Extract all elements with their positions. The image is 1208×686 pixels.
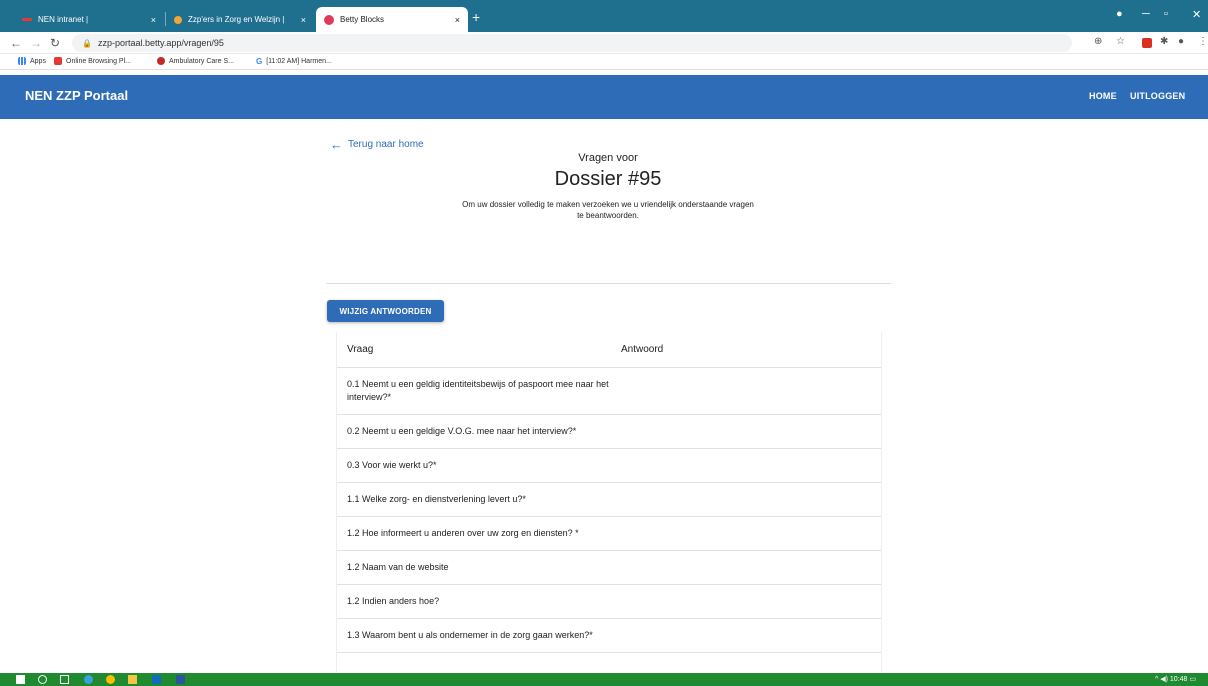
close-icon[interactable]: × bbox=[301, 15, 306, 25]
profile-icon[interactable]: ● bbox=[1116, 8, 1123, 20]
file-explorer-icon[interactable] bbox=[128, 675, 137, 684]
tab-zzpers[interactable]: Zzp'ers in Zorg en Welzijn | × bbox=[166, 7, 314, 32]
translate-icon[interactable]: ⊕ bbox=[1094, 36, 1102, 47]
question-text: 1.2 Naam van de website bbox=[347, 562, 449, 572]
questions-table: Vraag Antwoord 0.1 Neemt u een geldig id… bbox=[336, 332, 882, 672]
bookmark-label: Ambulatory Care S... bbox=[169, 57, 234, 65]
account-icon[interactable]: ● bbox=[1178, 36, 1184, 47]
maximize-icon[interactable]: ▫ bbox=[1164, 8, 1168, 20]
address-bar-row: ← → ↻ 🔒 zzp-portaal.betty.app/vragen/95 … bbox=[0, 32, 1208, 54]
minimize-icon[interactable]: ─ bbox=[1142, 8, 1150, 20]
column-header-answer: Antwoord bbox=[621, 344, 664, 355]
edge-icon[interactable] bbox=[84, 675, 93, 684]
search-icon[interactable] bbox=[38, 675, 47, 684]
system-tray-clock[interactable]: ^ ◀) 10:48 ▭ bbox=[1155, 675, 1196, 683]
table-row: 1.2 Hoe informeert u anderen over uw zor… bbox=[337, 517, 881, 551]
url-text: zzp-portaal.betty.app/vragen/95 bbox=[97, 38, 224, 48]
zzp-favicon-icon bbox=[174, 15, 182, 24]
table-row: 0.3 Voor wie werkt u?* bbox=[337, 449, 881, 483]
menu-dots-icon[interactable]: ⋮ bbox=[1198, 36, 1208, 47]
back-arrow-icon[interactable]: ← bbox=[10, 36, 22, 50]
tab-betty-blocks[interactable]: Betty Blocks × bbox=[316, 7, 468, 32]
page-subtitle: Vragen voor bbox=[578, 152, 638, 164]
google-icon: G bbox=[256, 57, 263, 66]
url-input[interactable]: 🔒 zzp-portaal.betty.app/vragen/95 bbox=[72, 34, 1072, 52]
bookmark-online-browsing[interactable]: Online Browsing Pl... bbox=[54, 57, 131, 65]
bookmark-favicon-icon bbox=[157, 57, 165, 65]
question-text: 0.3 Voor wie werkt u?* bbox=[347, 460, 437, 470]
tab-label: Zzp'ers in Zorg en Welzijn | bbox=[188, 15, 285, 24]
apps-grid-icon bbox=[18, 57, 26, 65]
star-icon[interactable]: ☆ bbox=[1116, 36, 1125, 47]
tab-nen-intranet[interactable]: NEN intranet | × bbox=[14, 7, 164, 32]
bookmark-label: Apps bbox=[30, 57, 46, 65]
close-icon[interactable]: × bbox=[455, 15, 460, 25]
app-brand[interactable]: NEN ZZP Portaal bbox=[25, 88, 128, 103]
page-title: Dossier #95 bbox=[554, 168, 662, 190]
chrome-icon[interactable] bbox=[106, 675, 115, 684]
bookmark-ambulatory-care[interactable]: Ambulatory Care S... bbox=[157, 57, 234, 65]
clock-time: 10:48 bbox=[1169, 676, 1188, 683]
table-row: 1.1 Welke zorg- en dienstverlening lever… bbox=[337, 483, 881, 517]
edit-answers-button[interactable]: WIJZIG ANTWOORDEN bbox=[327, 300, 444, 322]
forward-arrow-icon[interactable]: → bbox=[30, 36, 42, 50]
tab-label: Betty Blocks bbox=[340, 15, 385, 24]
table-row: 1.3 Waarom bent u als ondernemer in de z… bbox=[337, 619, 881, 653]
app-header: NEN ZZP Portaal HOME UITLOGGEN bbox=[0, 75, 1208, 119]
table-row: 0.2 Neemt u een geldige V.O.G. mee naar … bbox=[337, 415, 881, 449]
table-header: Vraag Antwoord bbox=[337, 332, 881, 368]
bookmarks-bar: Apps Online Browsing Pl... Ambulatory Ca… bbox=[0, 54, 1208, 70]
table-row: 1.2 Indien anders hoe? bbox=[337, 585, 881, 619]
question-text: 1.2 Indien anders hoe? bbox=[347, 596, 440, 606]
task-view-icon[interactable] bbox=[60, 675, 69, 684]
back-label: Terug naar home bbox=[348, 139, 424, 150]
back-to-home-link[interactable]: ← Terug naar home bbox=[330, 137, 424, 152]
new-tab-button[interactable]: + bbox=[472, 9, 480, 25]
nen-favicon-icon bbox=[22, 18, 32, 21]
question-text: 1.3 Waarom bent u als ondernemer in de z… bbox=[347, 630, 593, 640]
question-text: 1.1 Welke zorg- en dienstverlening lever… bbox=[347, 494, 526, 504]
betty-favicon-icon bbox=[324, 14, 334, 25]
table-row: 0.1 Neemt u een geldig identiteitsbewijs… bbox=[337, 368, 881, 415]
nav-home-link[interactable]: HOME bbox=[1089, 91, 1117, 101]
windows-start-icon[interactable] bbox=[16, 675, 25, 684]
window-close-icon[interactable]: ✕ bbox=[1192, 8, 1201, 21]
table-row: 1.2 Naam van de website bbox=[337, 551, 881, 585]
divider bbox=[326, 283, 891, 284]
tab-label: NEN intranet | bbox=[38, 15, 89, 24]
windows-taskbar: ^ ◀) 10:48 ▭ bbox=[0, 673, 1208, 686]
arrow-left-icon: ← bbox=[330, 137, 343, 152]
reload-icon[interactable]: ↻ bbox=[50, 36, 60, 50]
page-intro: Om uw dossier volledig te maken verzoeke… bbox=[462, 200, 754, 220]
close-icon[interactable]: × bbox=[151, 15, 156, 25]
lock-icon: 🔒 bbox=[82, 38, 92, 48]
nav-logout-link[interactable]: UITLOGGEN bbox=[1130, 91, 1185, 101]
word-icon[interactable] bbox=[176, 675, 185, 684]
bookmark-label: [11:02 AM] Harmen... bbox=[266, 57, 332, 65]
extensions-icon[interactable]: ✱ bbox=[1160, 36, 1168, 47]
bookmark-favicon-icon bbox=[54, 57, 62, 65]
outlook-icon[interactable] bbox=[152, 675, 161, 684]
bookmark-apps[interactable]: Apps bbox=[18, 57, 46, 65]
bookmark-harmen[interactable]: G [11:02 AM] Harmen... bbox=[256, 57, 332, 66]
question-text: 1.2 Hoe informeert u anderen over uw zor… bbox=[347, 528, 579, 538]
bookmark-label: Online Browsing Pl... bbox=[66, 57, 131, 65]
pdf-extension-icon[interactable] bbox=[1142, 38, 1152, 48]
column-header-question: Vraag bbox=[347, 344, 374, 355]
question-text: 0.2 Neemt u een geldige V.O.G. mee naar … bbox=[347, 426, 577, 436]
browser-tab-bar: NEN intranet | × Zzp'ers in Zorg en Welz… bbox=[0, 0, 1208, 32]
question-text: 0.1 Neemt u een geldig identiteitsbewijs… bbox=[347, 379, 609, 402]
